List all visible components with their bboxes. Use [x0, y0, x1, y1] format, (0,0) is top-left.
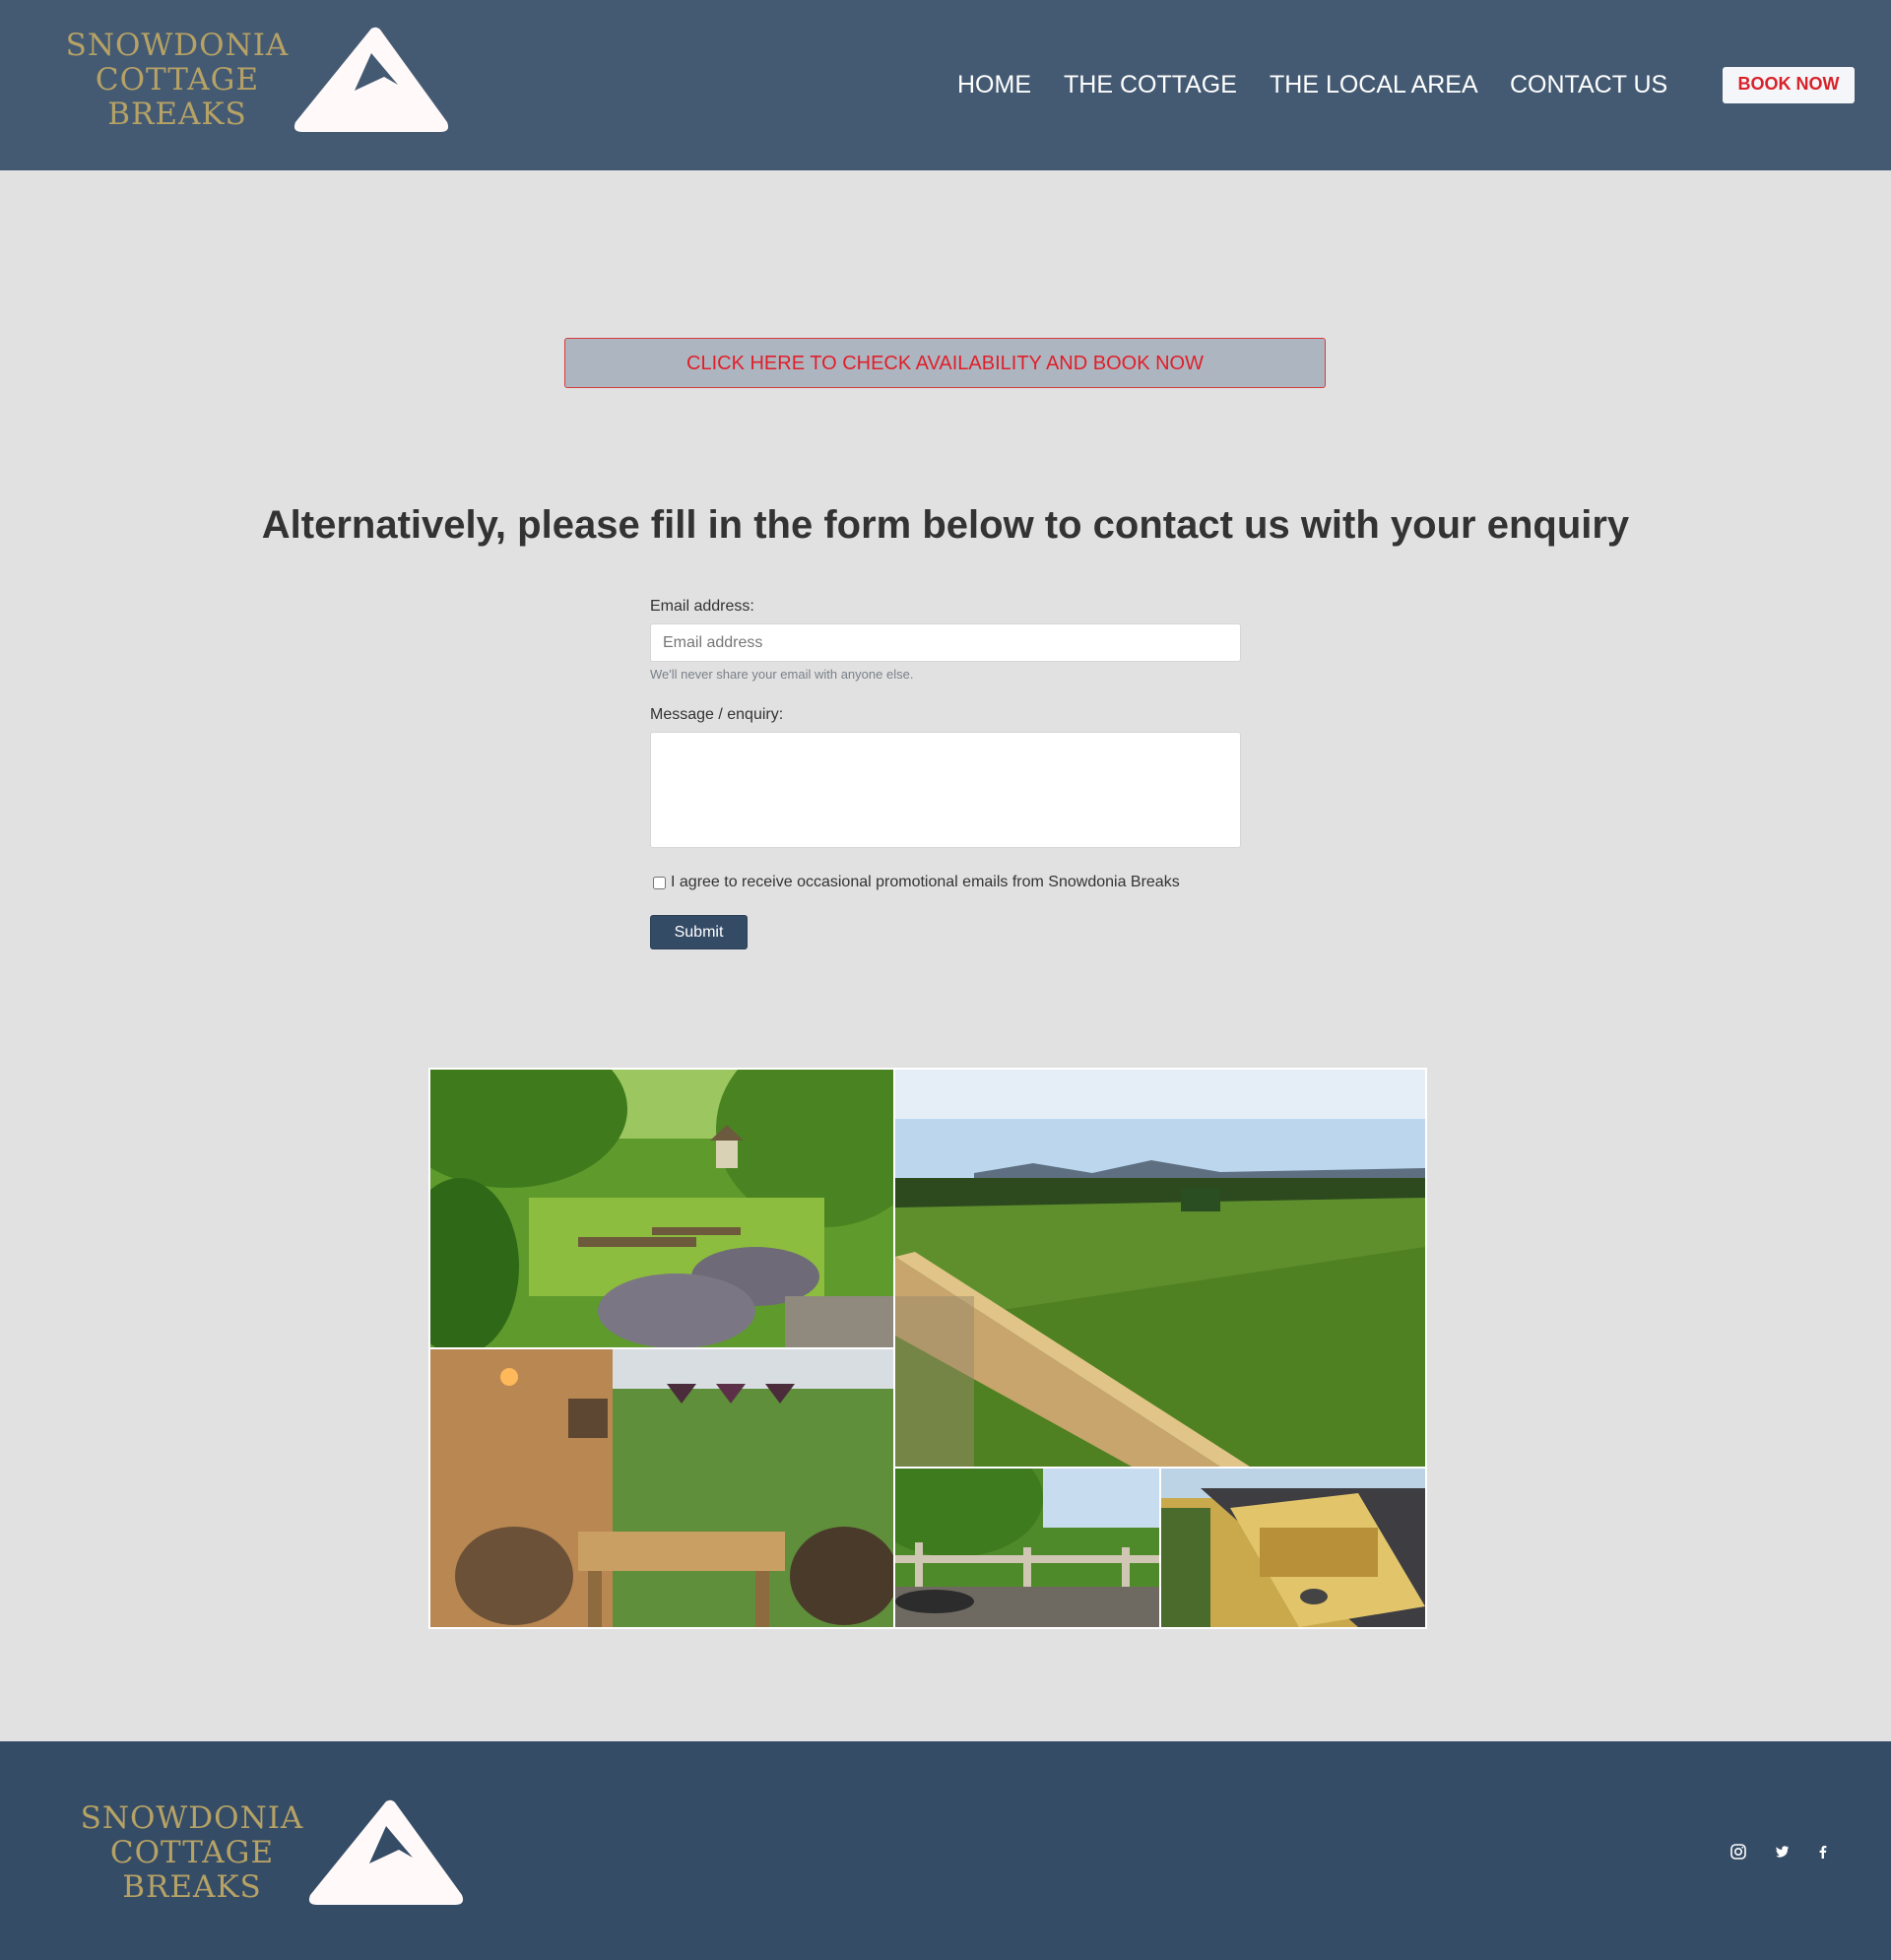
instagram-icon[interactable] [1728, 1842, 1748, 1862]
field-photo [895, 1070, 1425, 1467]
message-label: Message / enquiry: [650, 706, 784, 723]
footer-logo-line-1: SNOWDONIA [80, 1800, 304, 1836]
nav-home[interactable]: HOME [957, 67, 1031, 102]
photo-collage [428, 1068, 1427, 1629]
book-now-button[interactable]: BOOK NOW [1723, 67, 1855, 103]
hot-tub-deck-photo [1161, 1469, 1425, 1627]
footer-logo-line-3: BREAKS [122, 1869, 262, 1905]
footer-logo[interactable]: SNOWDONIA COTTAGE BREAKS [64, 1798, 468, 1909]
email-input[interactable] [650, 623, 1241, 662]
check-availability-button[interactable]: CLICK HERE TO CHECK AVAILABILITY AND BOO… [564, 338, 1326, 388]
submit-button[interactable]: Submit [650, 915, 748, 949]
garden-photo [430, 1070, 893, 1347]
logo-line-1: SNOWDONIA [65, 28, 290, 63]
nav-the-local-area[interactable]: THE LOCAL AREA [1270, 67, 1478, 102]
consent-row: I agree to receive occasional promotiona… [653, 873, 1180, 892]
contact-heading: Alternatively, please fill in the form b… [261, 503, 1630, 547]
footer-logo-line-2: COTTAGE [109, 1835, 275, 1870]
nav-the-cottage[interactable]: THE COTTAGE [1064, 67, 1237, 102]
email-label: Email address: [650, 598, 754, 615]
logo-line-3: BREAKS [107, 97, 247, 132]
deck-view-photo [895, 1469, 1159, 1627]
site-footer: SNOWDONIA COTTAGE BREAKS [0, 1741, 1891, 1960]
email-help-text: We'll never share your email with anyone… [650, 667, 914, 682]
footer-logo-wordmark: SNOWDONIA COTTAGE BREAKS [64, 1801, 320, 1905]
facebook-icon[interactable] [1813, 1842, 1833, 1862]
message-textarea[interactable] [650, 732, 1241, 848]
site-logo[interactable]: SNOWDONIA COTTAGE BREAKS [49, 26, 453, 136]
logo-wordmark: SNOWDONIA COTTAGE BREAKS [49, 29, 305, 132]
site-header: SNOWDONIA COTTAGE BREAKS HOME THE COTTAG… [0, 0, 1891, 170]
twitter-icon[interactable] [1772, 1842, 1792, 1862]
nav-contact-us[interactable]: CONTACT US [1510, 67, 1667, 102]
consent-label: I agree to receive occasional promotiona… [671, 874, 1180, 890]
mountain-logo-icon [293, 27, 449, 132]
consent-checkbox[interactable] [653, 876, 666, 889]
footer-mountain-icon [308, 1799, 464, 1905]
veranda-photo [430, 1349, 893, 1627]
logo-line-2: COTTAGE [95, 62, 260, 98]
